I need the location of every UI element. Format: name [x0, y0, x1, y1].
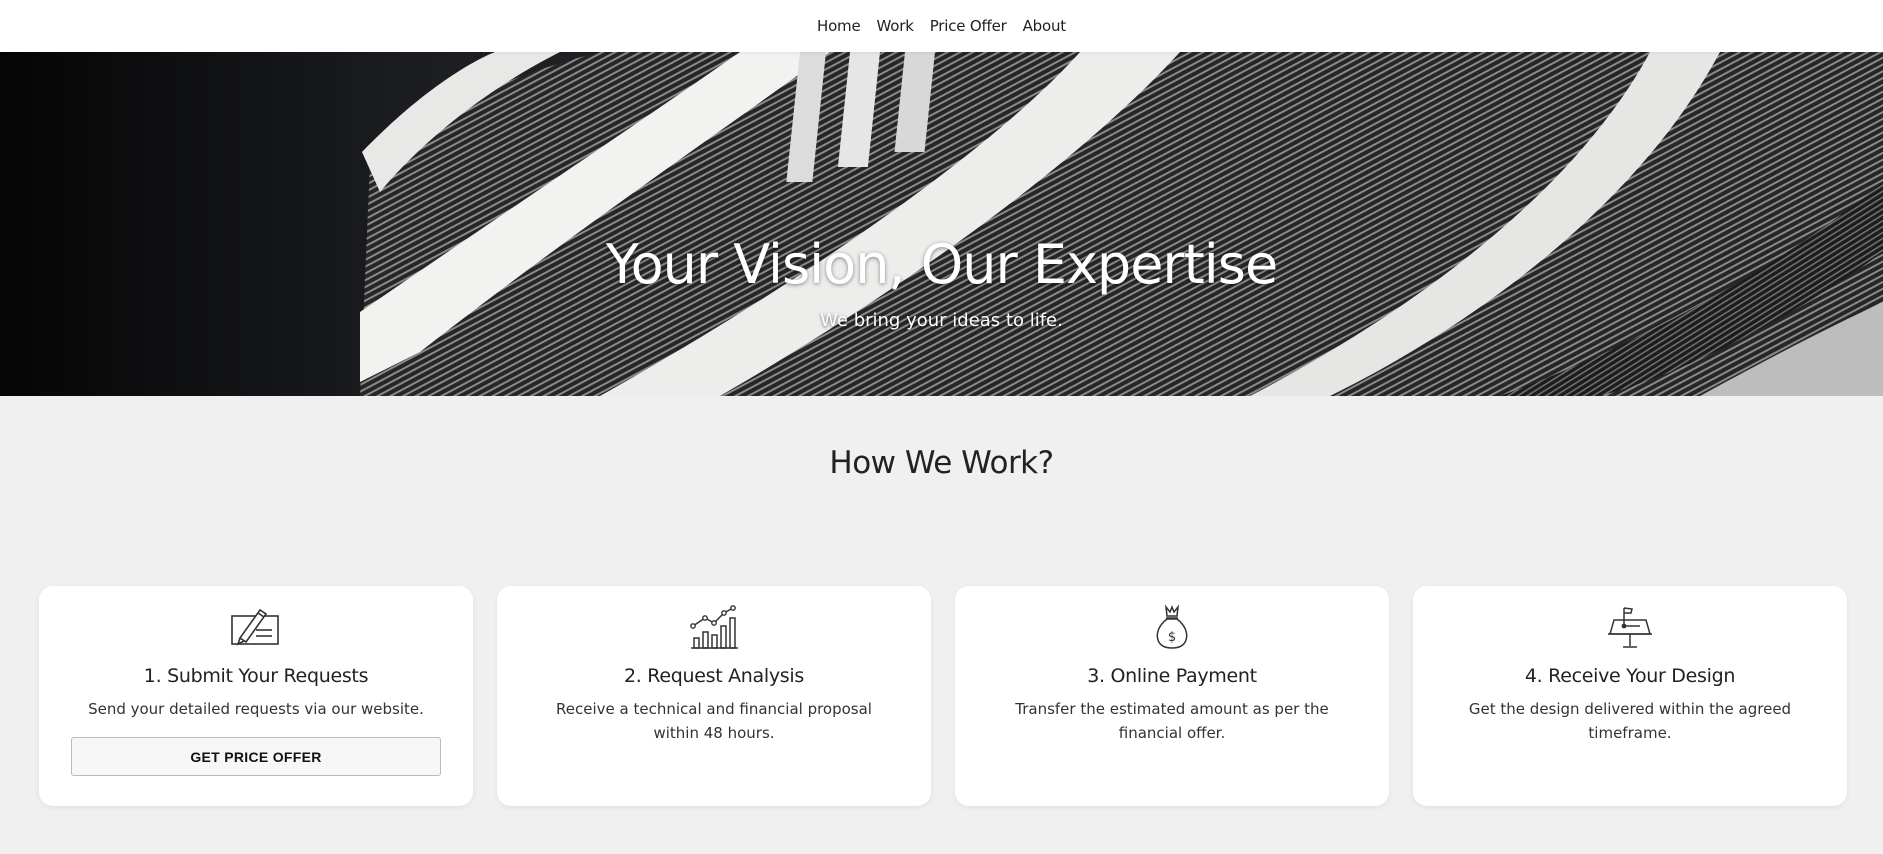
nav-link-about[interactable]: About: [1023, 17, 1067, 35]
step-description: Send your detailed requests via our webs…: [88, 700, 424, 718]
step-description: Receive a technical and financial propos…: [556, 700, 872, 742]
hero-text: Your Vision, Our Expertise We bring your…: [0, 52, 1883, 396]
get-price-offer-button[interactable]: GET PRICE OFFER: [71, 737, 441, 776]
step-card-online-payment: $ 3. Online Payment Transfer the estimat…: [955, 586, 1389, 806]
step-card-submit-requests: 1. Submit Your Requests Send your detail…: [39, 586, 473, 806]
step-title: 3. Online Payment: [1087, 665, 1257, 687]
design-board-icon: [1608, 607, 1652, 648]
steps-list: 1. Submit Your Requests Send your detail…: [39, 586, 1847, 806]
growth-chart-icon: [690, 605, 738, 649]
step-title: 4. Receive Your Design: [1524, 665, 1736, 687]
hero-subtitle: We bring your ideas to life.: [820, 310, 1063, 331]
step-card-request-analysis: 2. Request Analysis Receive a technical …: [497, 586, 931, 806]
money-bag-icon: $: [1156, 604, 1188, 649]
step-card-receive-design: 4. Receive Your Design Get the design de…: [1413, 586, 1847, 806]
nav-link-price-offer[interactable]: Price Offer: [930, 17, 1007, 35]
step-description: Transfer the estimated amount as per the…: [1015, 700, 1329, 742]
hero-banner: Your Vision, Our Expertise We bring your…: [0, 52, 1883, 396]
navbar: Home Work Price Offer About: [0, 0, 1883, 52]
nav-links: Home Work Price Offer About: [817, 17, 1066, 35]
hero-title: Your Vision, Our Expertise: [605, 233, 1278, 296]
svg-text:$: $: [1168, 630, 1176, 645]
how-we-work-title: How We Work?: [829, 445, 1054, 481]
nav-link-home[interactable]: Home: [817, 17, 861, 35]
contract-pen-icon: [231, 608, 279, 646]
nav-link-work[interactable]: Work: [877, 17, 914, 35]
step-title: 2. Request Analysis: [624, 665, 804, 687]
step-title: 1. Submit Your Requests: [143, 665, 369, 687]
step-description: Get the design delivered within the agre…: [1468, 700, 1792, 742]
